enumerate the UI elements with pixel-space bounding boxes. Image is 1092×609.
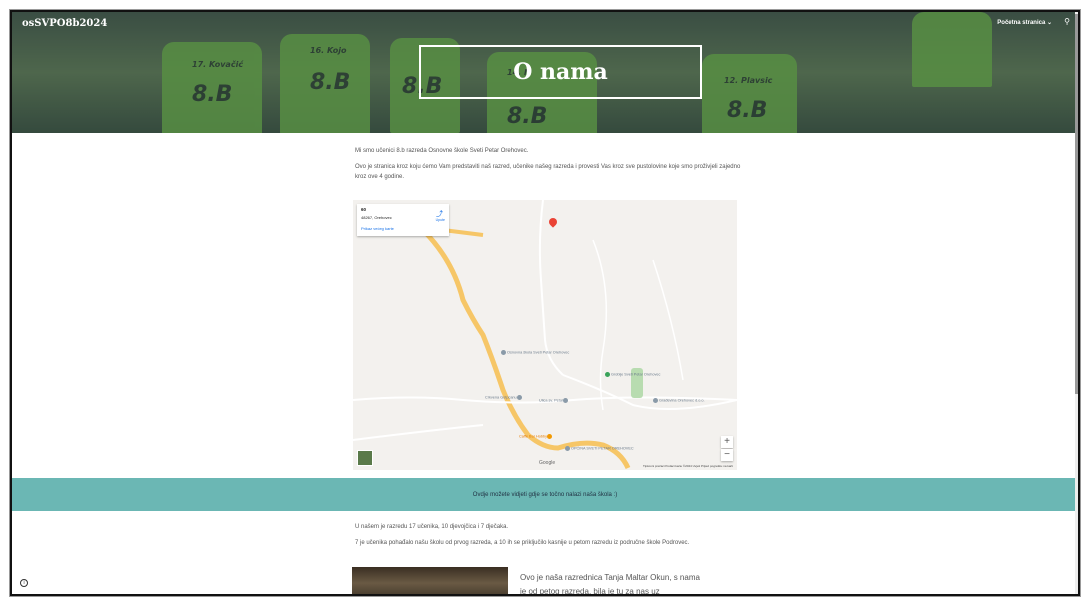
class-info-paragraph-2: 7 je učenika pohađalo našu školu od prvo…	[355, 540, 690, 546]
poi-label: Grobije Sveti Petar Orehovec	[611, 372, 661, 377]
intro-paragraph-2: Ovo je stranica kroz koju ćemo Vam preds…	[355, 164, 741, 180]
map-caption-text: Ovdje možete vidjeti gdje se točno nalaz…	[472, 491, 618, 498]
map-roads	[353, 200, 737, 470]
map-layer-toggle[interactable]	[357, 450, 373, 466]
map-card-address: 48267, Orehovec	[361, 215, 392, 220]
zoom-out-button[interactable]: −	[721, 449, 733, 461]
hero-banner: 17. Kovačić 8.B 16. Kojo 8.B 8.B 14. N 8…	[12, 12, 1078, 133]
browser-viewport: 17. Kovačić 8.B 16. Kojo 8.B 8.B 14. N 8…	[10, 10, 1080, 596]
search-icon[interactable]: ⚲	[1064, 17, 1070, 26]
cafe-icon	[547, 434, 553, 439]
poi-label: OPĆINA SVETI PETAR OREHOVEC	[571, 446, 634, 451]
place-icon	[563, 398, 569, 403]
page-title-box: O nama	[419, 45, 702, 99]
scrollbar[interactable]	[1075, 12, 1078, 594]
map-poi[interactable]: Ulica sv. Petar	[539, 398, 569, 403]
teacher-description: Ovo je naša razrednica Tanja Maltar Okun…	[520, 573, 700, 596]
map-card-title: 60	[361, 207, 367, 212]
map-poi[interactable]: Crkvena Gotpcanu	[485, 395, 523, 400]
poi-label: Osnovna škola Sveti Petar Orehovec	[507, 350, 570, 355]
zoom-in-button[interactable]: +	[721, 436, 733, 448]
map-attribution[interactable]: Tipkovni prečaci Podaci karte ©2024 Uvje…	[643, 464, 733, 468]
map-caption-band: Ovdje možete vidjeti gdje se točno nalaz…	[12, 478, 1078, 511]
cemetery-icon	[605, 372, 610, 377]
scrollbar-thumb[interactable]	[1075, 14, 1078, 394]
embedded-map[interactable]: 60 48267, Orehovec Prikaz većeg karte ⤴ …	[353, 200, 737, 470]
page-title: O nama	[513, 59, 608, 85]
map-larger-link[interactable]: Prikaz većeg karte	[361, 226, 394, 231]
map-poi[interactable]: Osnovna škola Sveti Petar Orehovec	[501, 350, 569, 355]
map-poi[interactable]: Grobije Sveti Petar Orehovec	[605, 372, 660, 377]
poi-label: Caffe Bar Hobby	[519, 434, 548, 439]
place-icon	[516, 395, 522, 400]
class-info-paragraph-1: U našem je razredu 17 učenika, 10 djevoj…	[355, 524, 509, 530]
building-icon	[653, 398, 658, 403]
intro-paragraph-1: Mi smo učenici 8.b razreda Osnovne škole…	[355, 148, 529, 154]
directions-label[interactable]: Upute	[436, 218, 445, 222]
info-icon[interactable]: i	[20, 579, 28, 587]
site-title[interactable]: osSVPO8b2024	[22, 18, 107, 29]
nav-home-dropdown[interactable]: Početna stranica ⌄	[997, 19, 1052, 26]
map-poi[interactable]: Građevina Orehovec d.o.o.	[653, 398, 705, 403]
school-icon	[501, 350, 506, 355]
poi-label: Ulica sv. Petar	[539, 398, 564, 403]
map-poi[interactable]: OPĆINA SVETI PETAR OREHOVEC	[565, 446, 634, 451]
map-place-card: 60 48267, Orehovec Prikaz većeg karte ⤴ …	[357, 204, 449, 236]
municipality-icon	[565, 446, 570, 451]
teacher-photo	[352, 567, 508, 594]
poi-label: Crkvena Gotpcanu	[485, 395, 517, 400]
google-logo: Google	[539, 460, 556, 466]
map-poi[interactable]: Caffe Bar Hobby	[519, 434, 553, 439]
poi-label: Građevina Orehovec d.o.o.	[659, 398, 705, 403]
